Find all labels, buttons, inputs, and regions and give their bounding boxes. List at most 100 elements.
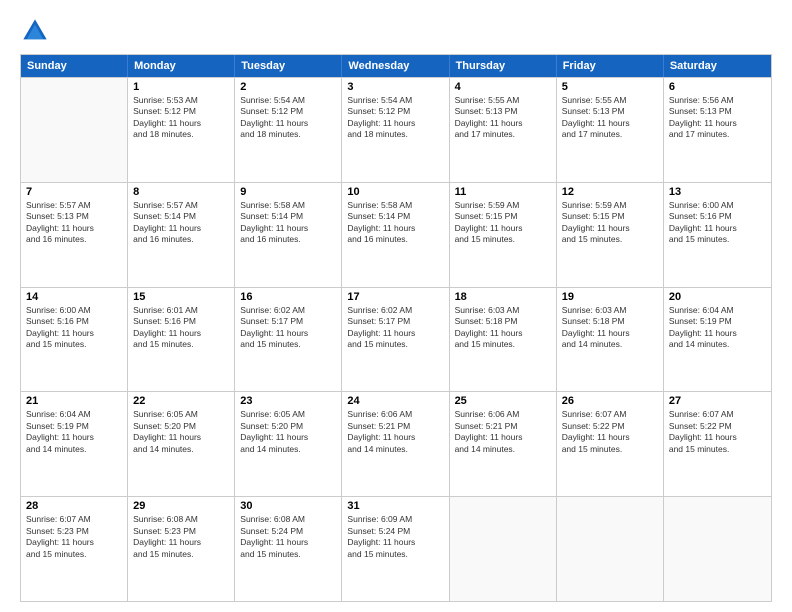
calendar-cell: 8 Sunrise: 5:57 AM Sunset: 5:14 PM Daylig… <box>128 183 235 287</box>
calendar-cell: 24Sunrise: 6:06 AM Sunset: 5:21 PM Dayli… <box>342 392 449 496</box>
calendar-cell: 14Sunrise: 6:00 AM Sunset: 5:16 PM Dayli… <box>21 288 128 392</box>
day-info: Sunrise: 6:07 AM Sunset: 5:22 PM Dayligh… <box>562 409 658 455</box>
header-day-friday: Friday <box>557 55 664 77</box>
calendar-cell <box>664 497 771 601</box>
calendar-cell <box>450 497 557 601</box>
calendar: SundayMondayTuesdayWednesdayThursdayFrid… <box>20 54 772 602</box>
calendar-cell: 16 Sunrise: 6:02 AM Sunset: 5:17 PM Dayli… <box>235 288 342 392</box>
calendar-cell: 7 Sunrise: 5:57 AM Sunset: 5:13 PM Daylig… <box>21 183 128 287</box>
day-number: 26 <box>562 395 658 407</box>
logo-icon <box>20 16 50 46</box>
day-number: 5 <box>562 81 658 93</box>
day-info: Sunrise: 5:59 AM Sunset: 5:15 PM Dayligh… <box>455 200 551 246</box>
calendar-cell <box>557 497 664 601</box>
day-number: 19 <box>562 291 658 303</box>
day-info: Sunrise: 5:58 AM Sunset: 5:14 PM Dayligh… <box>240 200 336 246</box>
header-day-thursday: Thursday <box>450 55 557 77</box>
day-info: Sunrise: 5:54 AM Sunset: 5:12 PM Dayligh… <box>240 95 336 141</box>
day-number: 20 <box>669 291 766 303</box>
calendar-row-3: 21 Sunrise: 6:04 AM Sunset: 5:19 PM Dayli… <box>21 391 771 496</box>
calendar-body: 1Sunrise: 5:53 AM Sunset: 5:12 PM Daylig… <box>21 77 771 601</box>
day-number: 30 <box>240 500 336 512</box>
calendar-row-0: 1Sunrise: 5:53 AM Sunset: 5:12 PM Daylig… <box>21 77 771 182</box>
calendar-cell: 1Sunrise: 5:53 AM Sunset: 5:12 PM Daylig… <box>128 78 235 182</box>
day-info: Sunrise: 6:08 AM Sunset: 5:24 PM Dayligh… <box>240 514 336 560</box>
page: SundayMondayTuesdayWednesdayThursdayFrid… <box>0 0 792 612</box>
day-info: Sunrise: 6:08 AM Sunset: 5:23 PM Dayligh… <box>133 514 229 560</box>
day-info: Sunrise: 5:57 AM Sunset: 5:14 PM Dayligh… <box>133 200 229 246</box>
day-number: 28 <box>26 500 122 512</box>
calendar-cell: 17 Sunrise: 6:02 AM Sunset: 5:17 PM Dayli… <box>342 288 449 392</box>
day-info: Sunrise: 6:06 AM Sunset: 5:21 PM Dayligh… <box>347 409 443 455</box>
day-number: 1 <box>133 81 229 93</box>
day-number: 10 <box>347 186 443 198</box>
day-number: 4 <box>455 81 551 93</box>
day-info: Sunrise: 5:55 AM Sunset: 5:13 PM Dayligh… <box>455 95 551 141</box>
day-number: 6 <box>669 81 766 93</box>
calendar-cell: 19 Sunrise: 6:03 AM Sunset: 5:18 PM Dayli… <box>557 288 664 392</box>
calendar-cell: 29 Sunrise: 6:08 AM Sunset: 5:23 PM Dayli… <box>128 497 235 601</box>
day-number: 21 <box>26 395 122 407</box>
calendar-cell: 22 Sunrise: 6:05 AM Sunset: 5:20 PM Dayli… <box>128 392 235 496</box>
calendar-cell: 9 Sunrise: 5:58 AM Sunset: 5:14 PM Daylig… <box>235 183 342 287</box>
calendar-cell: 20 Sunrise: 6:04 AM Sunset: 5:19 PM Dayli… <box>664 288 771 392</box>
day-number: 27 <box>669 395 766 407</box>
day-info: Sunrise: 6:05 AM Sunset: 5:20 PM Dayligh… <box>240 409 336 455</box>
day-number: 18 <box>455 291 551 303</box>
day-number: 14 <box>26 291 122 303</box>
header-day-monday: Monday <box>128 55 235 77</box>
day-info: Sunrise: 6:03 AM Sunset: 5:18 PM Dayligh… <box>562 305 658 351</box>
calendar-cell: 21 Sunrise: 6:04 AM Sunset: 5:19 PM Dayli… <box>21 392 128 496</box>
day-info: Sunrise: 5:54 AM Sunset: 5:12 PM Dayligh… <box>347 95 443 141</box>
calendar-cell: 28Sunrise: 6:07 AM Sunset: 5:23 PM Dayli… <box>21 497 128 601</box>
calendar-cell: 30 Sunrise: 6:08 AM Sunset: 5:24 PM Dayli… <box>235 497 342 601</box>
day-number: 13 <box>669 186 766 198</box>
calendar-row-2: 14Sunrise: 6:00 AM Sunset: 5:16 PM Dayli… <box>21 287 771 392</box>
calendar-header: SundayMondayTuesdayWednesdayThursdayFrid… <box>21 55 771 77</box>
day-info: Sunrise: 6:04 AM Sunset: 5:19 PM Dayligh… <box>669 305 766 351</box>
day-info: Sunrise: 5:56 AM Sunset: 5:13 PM Dayligh… <box>669 95 766 141</box>
day-info: Sunrise: 6:09 AM Sunset: 5:24 PM Dayligh… <box>347 514 443 560</box>
day-number: 29 <box>133 500 229 512</box>
day-info: Sunrise: 5:57 AM Sunset: 5:13 PM Dayligh… <box>26 200 122 246</box>
day-info: Sunrise: 6:06 AM Sunset: 5:21 PM Dayligh… <box>455 409 551 455</box>
day-info: Sunrise: 6:05 AM Sunset: 5:20 PM Dayligh… <box>133 409 229 455</box>
calendar-cell: 12 Sunrise: 5:59 AM Sunset: 5:15 PM Dayli… <box>557 183 664 287</box>
day-info: Sunrise: 6:02 AM Sunset: 5:17 PM Dayligh… <box>240 305 336 351</box>
calendar-cell: 26 Sunrise: 6:07 AM Sunset: 5:22 PM Dayli… <box>557 392 664 496</box>
day-info: Sunrise: 5:59 AM Sunset: 5:15 PM Dayligh… <box>562 200 658 246</box>
header-day-wednesday: Wednesday <box>342 55 449 77</box>
calendar-cell: 11 Sunrise: 5:59 AM Sunset: 5:15 PM Dayli… <box>450 183 557 287</box>
day-number: 23 <box>240 395 336 407</box>
day-info: Sunrise: 6:02 AM Sunset: 5:17 PM Dayligh… <box>347 305 443 351</box>
day-number: 9 <box>240 186 336 198</box>
calendar-cell <box>21 78 128 182</box>
day-number: 31 <box>347 500 443 512</box>
calendar-cell: 31 Sunrise: 6:09 AM Sunset: 5:24 PM Dayli… <box>342 497 449 601</box>
header-day-saturday: Saturday <box>664 55 771 77</box>
day-number: 3 <box>347 81 443 93</box>
day-number: 12 <box>562 186 658 198</box>
day-number: 16 <box>240 291 336 303</box>
day-number: 8 <box>133 186 229 198</box>
day-number: 17 <box>347 291 443 303</box>
logo <box>20 16 54 46</box>
day-number: 15 <box>133 291 229 303</box>
day-number: 7 <box>26 186 122 198</box>
header <box>20 16 772 46</box>
calendar-cell: 25Sunrise: 6:06 AM Sunset: 5:21 PM Dayli… <box>450 392 557 496</box>
calendar-cell: 15 Sunrise: 6:01 AM Sunset: 5:16 PM Dayli… <box>128 288 235 392</box>
day-info: Sunrise: 6:03 AM Sunset: 5:18 PM Dayligh… <box>455 305 551 351</box>
calendar-cell: 3 Sunrise: 5:54 AM Sunset: 5:12 PM Daylig… <box>342 78 449 182</box>
calendar-cell: 6 Sunrise: 5:56 AM Sunset: 5:13 PM Daylig… <box>664 78 771 182</box>
calendar-cell: 18 Sunrise: 6:03 AM Sunset: 5:18 PM Dayli… <box>450 288 557 392</box>
day-number: 22 <box>133 395 229 407</box>
calendar-cell: 5Sunrise: 5:55 AM Sunset: 5:13 PM Daylig… <box>557 78 664 182</box>
calendar-cell: 4 Sunrise: 5:55 AM Sunset: 5:13 PM Daylig… <box>450 78 557 182</box>
day-number: 11 <box>455 186 551 198</box>
calendar-cell: 10Sunrise: 5:58 AM Sunset: 5:14 PM Dayli… <box>342 183 449 287</box>
day-number: 2 <box>240 81 336 93</box>
day-info: Sunrise: 6:04 AM Sunset: 5:19 PM Dayligh… <box>26 409 122 455</box>
day-info: Sunrise: 6:00 AM Sunset: 5:16 PM Dayligh… <box>669 200 766 246</box>
day-info: Sunrise: 6:01 AM Sunset: 5:16 PM Dayligh… <box>133 305 229 351</box>
